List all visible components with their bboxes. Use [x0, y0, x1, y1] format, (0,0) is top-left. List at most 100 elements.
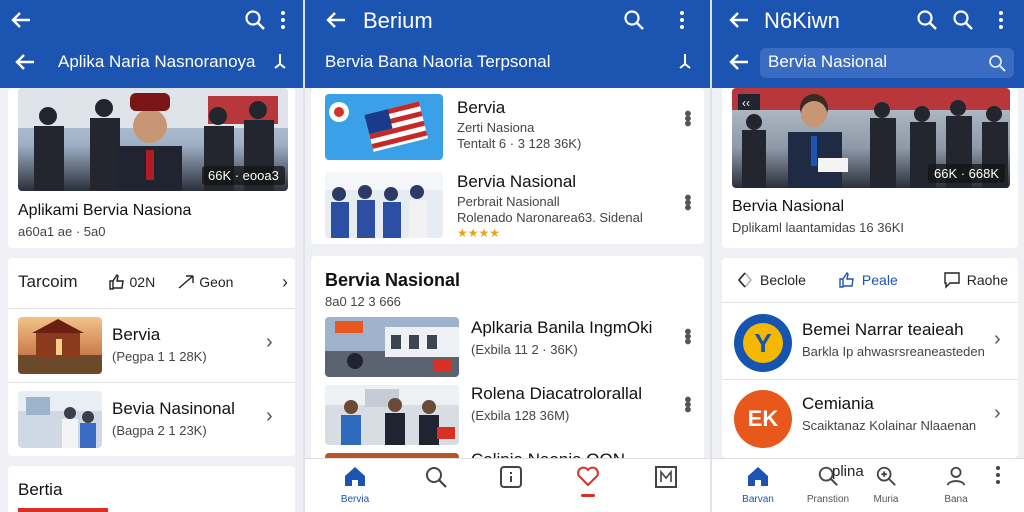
more-vert-icon[interactable]: •••: [675, 194, 698, 209]
nav-search[interactable]: Pranstion: [798, 465, 858, 505]
info-icon: [500, 466, 522, 488]
hero-card[interactable]: ‹‹ 66K · 668K Bervia Nasional Dplikaml l…: [722, 88, 1018, 248]
item-meta: (Exbila 11 2 · 36K): [471, 342, 578, 357]
nav-label: Barvan: [742, 494, 774, 505]
back-arrow-icon[interactable]: [728, 10, 750, 30]
nav-explore[interactable]: Muria: [856, 465, 916, 505]
item-meta: Perbrait Nasionall: [457, 194, 560, 209]
chevron-right-icon[interactable]: ›: [994, 328, 1001, 351]
app-title: Berium: [363, 8, 433, 33]
status-bar: Berium: [305, 0, 710, 40]
item-thumbnail: [325, 317, 459, 377]
publisher-item[interactable]: Y Bemei Narrar teaieah Barkla Ip ahwasrs…: [722, 304, 1018, 378]
search-input[interactable]: Bervia Nasional: [760, 48, 1014, 78]
publisher-item[interactable]: EK Cemiania Scaiktanaz Kolainar Nlaaenan…: [722, 380, 1018, 454]
chevron-right-icon[interactable]: ›: [266, 331, 273, 354]
item-title: Bevia Nasinonal: [112, 399, 235, 418]
nav-home[interactable]: Bervia: [325, 465, 385, 505]
home-icon: [345, 467, 365, 486]
status-bar: [0, 0, 303, 40]
svg-text:‹‹: ‹‹: [742, 96, 750, 110]
back-arrow-icon[interactable]: [325, 10, 347, 30]
back-arrow-icon[interactable]: [728, 52, 750, 72]
more-icon: [996, 466, 1000, 484]
comment-button[interactable]: Raohe: [943, 271, 1008, 289]
item-meta-secondary: Tentalt 6 · 3 128 36K): [457, 136, 582, 151]
item-title: Bervia: [457, 98, 506, 117]
reload-label: Beclole: [760, 272, 806, 288]
list-item[interactable]: Rolena Diacatrolorallal (Exbila 128 36M)…: [311, 382, 704, 448]
app-bar: N6Kiwn Bervia Nasional: [712, 0, 1024, 88]
app-bar: Aplika Naria Nasnoranoya: [0, 0, 303, 88]
item-meta: (Pegpa 1 1 28K): [112, 349, 207, 364]
item-meta: (Bagpa 2 1 23K): [112, 423, 207, 438]
nav-label: Bana: [944, 494, 968, 505]
overflow-menu-icon[interactable]: [280, 10, 286, 30]
more-vert-icon[interactable]: •••: [675, 328, 698, 343]
search-icon[interactable]: [623, 9, 645, 31]
share-icon: [178, 275, 194, 289]
more-vert-icon[interactable]: •••: [675, 396, 698, 411]
publisher-meta: Scaiktanaz Kolainar Nlaaenan: [802, 418, 977, 433]
nav-home[interactable]: Barvan: [728, 465, 788, 505]
comment-label: Raohe: [966, 272, 1008, 288]
search-icon: [818, 466, 838, 486]
reload-icon: [737, 272, 753, 288]
nav-more[interactable]: [968, 465, 1024, 490]
actions-row: Tarcoim 02N Geon ›: [18, 270, 288, 294]
screen-right: N6Kiwn Bervia Nasional ‹‹ 66K · 668K Ber…: [712, 0, 1024, 512]
nav-label: Pranstion: [806, 494, 850, 505]
item-title: Bervia Nasional: [457, 172, 577, 191]
publisher-logo-text: Y: [743, 323, 783, 363]
search-value: Bervia Nasional: [768, 52, 888, 71]
like-icon: [839, 271, 854, 288]
title-row: Aplika Naria Nasnoranoya: [0, 40, 303, 86]
list-item[interactable]: Bervia Zerti Nasiona Tentalt 6 · 3 128 3…: [311, 88, 704, 166]
item-title: Aplkaria Banila IngmOki: [471, 318, 653, 337]
item-meta: (Exbila 128 36M): [471, 408, 570, 423]
featured-card: Bervia Zerti Nasiona Tentalt 6 · 3 128 3…: [311, 88, 704, 244]
list-item[interactable]: Bervia Nasional Perbrait Nasionall Rolen…: [311, 170, 704, 242]
back-arrow-icon[interactable]: [10, 10, 32, 30]
item-thumbnail: [325, 94, 443, 160]
item-title: Rolena Diacatrolorallal: [471, 384, 643, 403]
nav-info[interactable]: [481, 465, 541, 494]
chevron-right-icon[interactable]: ›: [994, 402, 1001, 425]
overflow-menu-icon[interactable]: [998, 10, 1004, 30]
nav-search[interactable]: [406, 465, 466, 494]
hero-card[interactable]: 66K · eooa3 Aplikami Bervia Nasiona a60a…: [8, 88, 295, 248]
section-meta: 8a0 12 3 666: [325, 294, 401, 309]
view-count-badge: 66K · 668K: [928, 164, 1006, 183]
list-item[interactable]: Bervia (Pegpa 1 1 28K) ›: [8, 309, 295, 381]
reload-button[interactable]: Beclole: [736, 271, 806, 289]
screen-subtitle: Aplika Naria Nasnoranoya: [58, 52, 256, 71]
like-button[interactable]: 02N: [108, 273, 155, 291]
item-thumbnail: [18, 317, 102, 374]
pin-icon[interactable]: [677, 52, 693, 72]
accent-bar: [18, 508, 108, 512]
share-button[interactable]: Geon: [177, 273, 233, 291]
pin-icon[interactable]: [272, 52, 288, 72]
person-icon: [946, 466, 966, 486]
screen-middle: Berium Bervia Bana Naoria Terpsonal Berv…: [305, 0, 710, 512]
back-arrow-icon[interactable]: [14, 52, 36, 72]
list-item[interactable]: Aplkaria Banila IngmOki (Exbila 11 2 · 3…: [311, 314, 704, 380]
chevron-right-icon[interactable]: ›: [266, 405, 273, 428]
chevron-right-icon[interactable]: ›: [282, 272, 288, 293]
screen-left: Aplika Naria Nasnoranoya 66K · eooa3 Apl…: [0, 0, 303, 512]
title-row: Bervia Bana Naoria Terpsonal: [305, 40, 710, 86]
more-vert-icon[interactable]: •••: [675, 110, 698, 125]
overflow-menu-icon[interactable]: [679, 10, 685, 30]
search-icon[interactable]: [244, 9, 266, 31]
nav-news[interactable]: [636, 465, 696, 494]
search-icon[interactable]: [952, 9, 974, 31]
home-icon: [748, 467, 768, 486]
publisher-logo-text: EK: [747, 406, 779, 431]
rating-stars: ★★★★: [457, 226, 501, 240]
view-count-badge: 66K · eooa3: [202, 166, 285, 185]
search-icon[interactable]: [916, 9, 938, 31]
nav-favorites[interactable]: [558, 465, 618, 497]
like-button[interactable]: Peale: [838, 271, 898, 289]
list-item[interactable]: Bevia Nasinonal (Bagpa 2 1 23K) ›: [8, 383, 295, 455]
status-bar: N6Kiwn: [712, 0, 1024, 40]
